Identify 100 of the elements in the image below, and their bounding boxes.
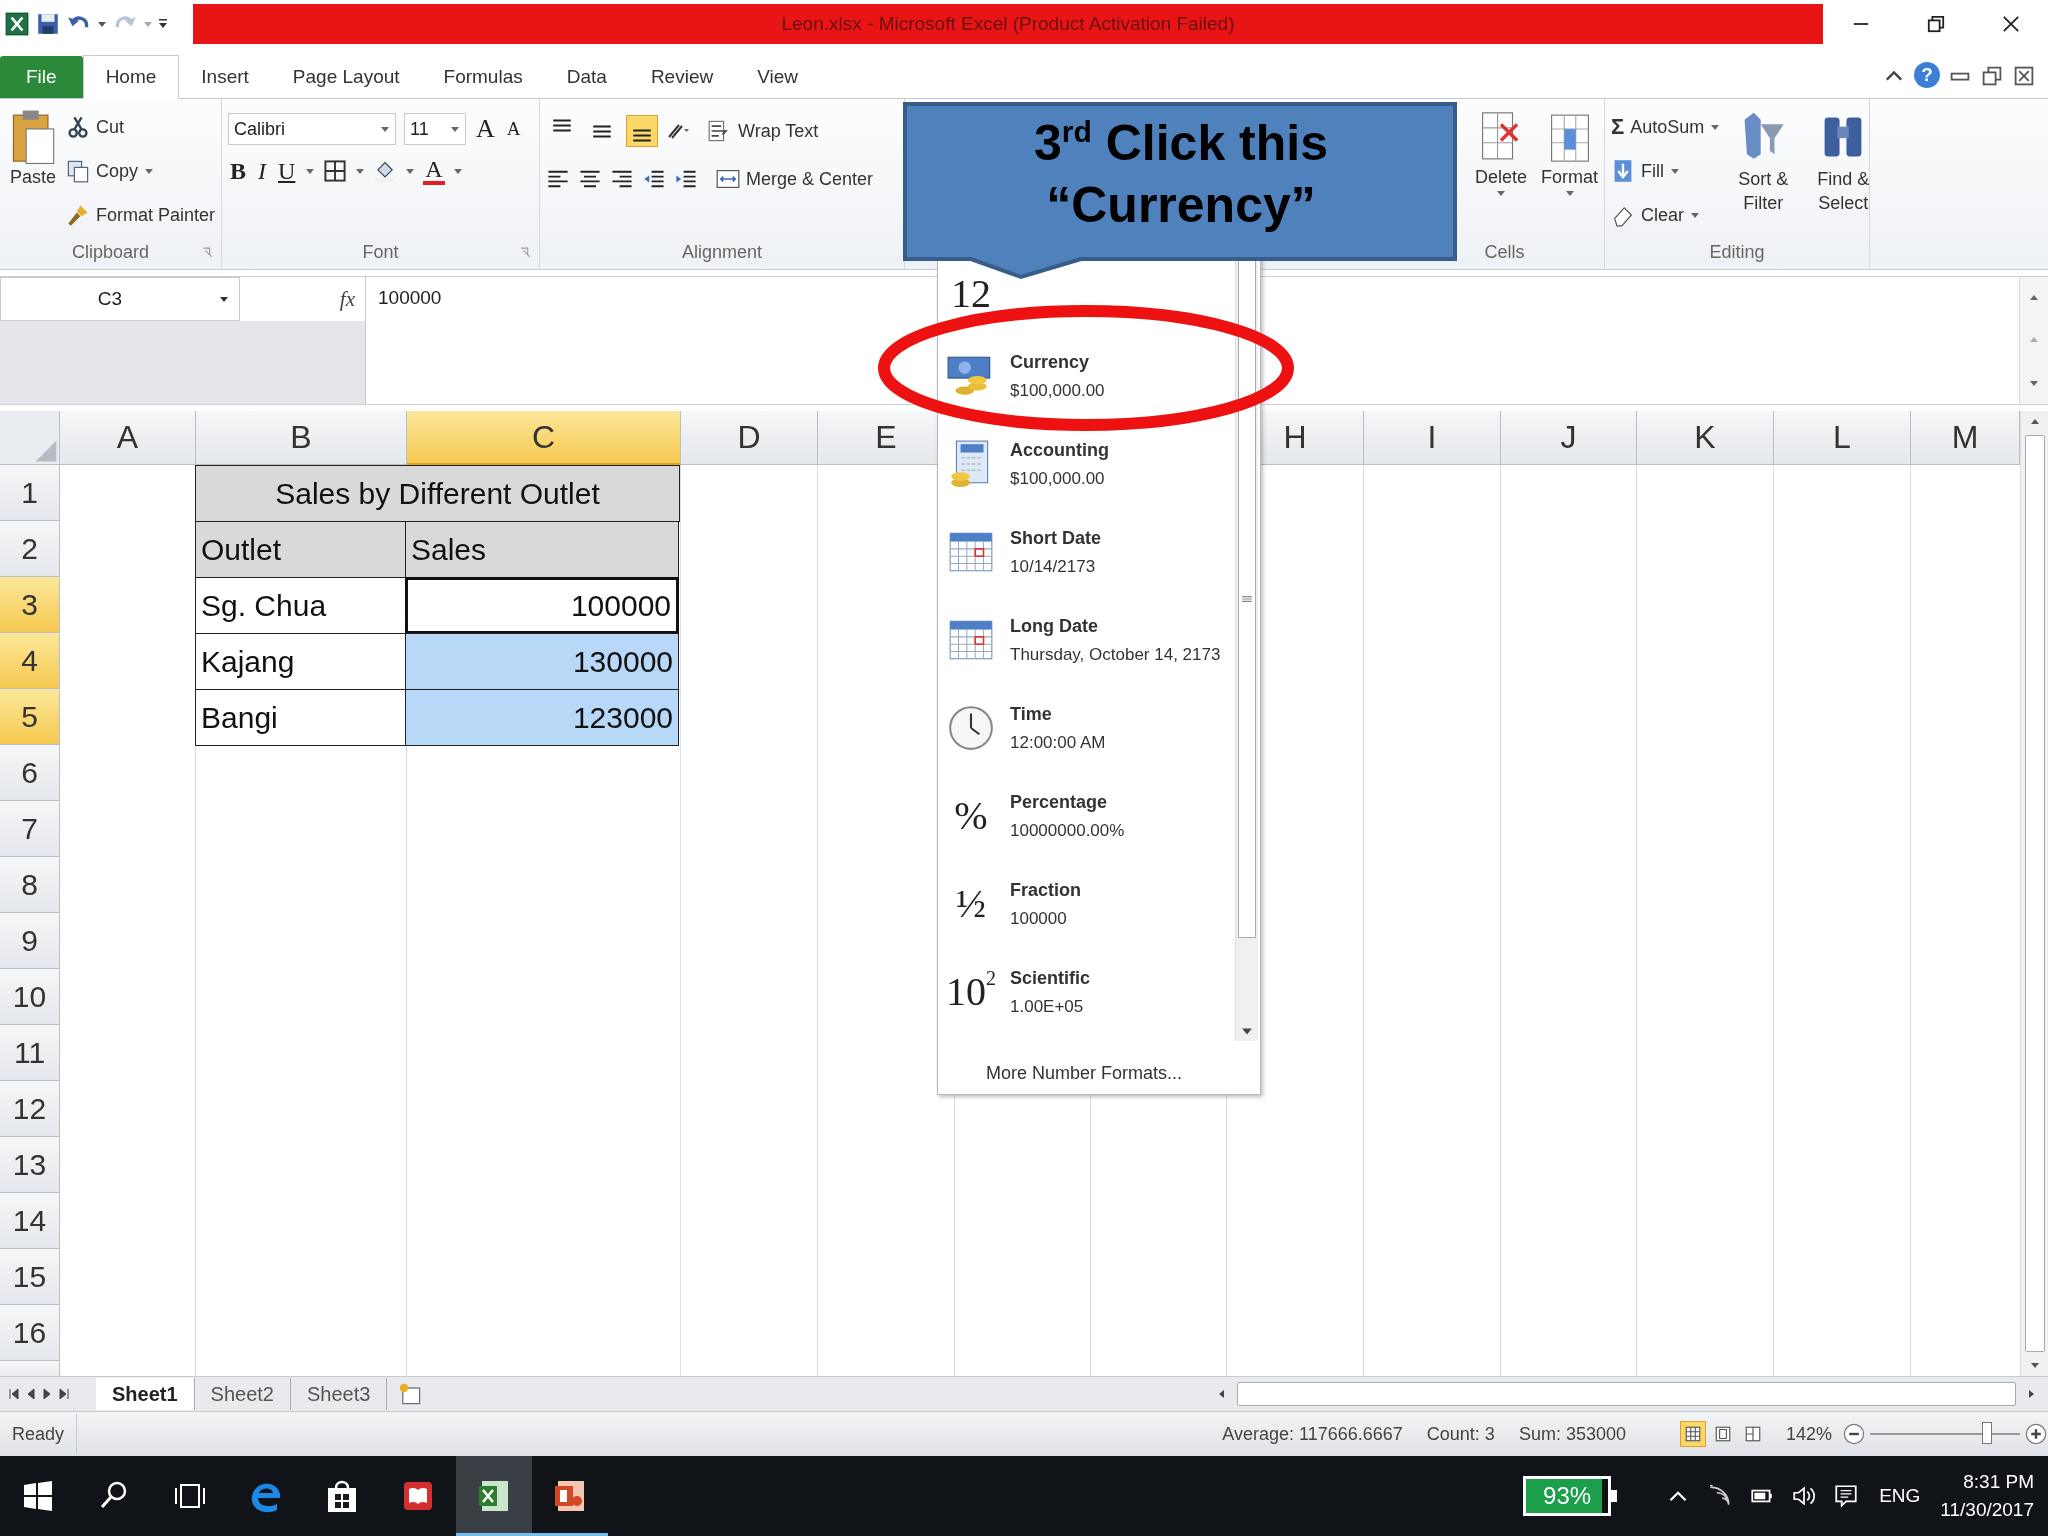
- column-header[interactable]: B: [196, 411, 407, 465]
- format-painter-button[interactable]: Format Painter: [66, 197, 216, 233]
- italic-button[interactable]: I: [256, 157, 268, 185]
- zoom-level[interactable]: 142%: [1785, 1423, 1832, 1445]
- row-header[interactable]: 10: [0, 969, 60, 1025]
- taskbar-button[interactable]: [456, 1456, 532, 1536]
- row-header[interactable]: 15: [0, 1249, 60, 1305]
- column-header[interactable]: D: [681, 411, 818, 465]
- menu-item-label[interactable]: Currency: [1010, 351, 1105, 373]
- zoom-slider[interactable]: [1982, 1422, 1992, 1444]
- align-middle-icon: [592, 124, 612, 138]
- row-header[interactable]: 4: [0, 633, 60, 689]
- column-header[interactable]: J: [1501, 411, 1637, 465]
- row-header[interactable]: 13: [0, 1137, 60, 1193]
- sheet-tab[interactable]: Sheet3: [291, 1378, 388, 1410]
- row-header[interactable]: 7: [0, 801, 60, 857]
- menu-item-label[interactable]: Accounting: [1010, 439, 1109, 461]
- row-header[interactable]: 6: [0, 745, 60, 801]
- ribbon-tab[interactable]: Data: [544, 56, 629, 98]
- view-button[interactable]: [1679, 1421, 1706, 1447]
- clock-time[interactable]: 8:31 PM: [1963, 1471, 2034, 1493]
- zoom-out-icon[interactable]: [1842, 1422, 1866, 1446]
- borders-icon[interactable]: [323, 159, 348, 183]
- wrap-text-button[interactable]: Wrap Text: [708, 113, 819, 149]
- bold-button[interactable]: B: [228, 157, 248, 185]
- align-top-icon: [552, 119, 572, 132]
- caret-icon[interactable]: [355, 166, 366, 176]
- table-cell: 123000: [405, 689, 679, 746]
- row-header[interactable]: 8: [0, 857, 60, 913]
- ribbon-tab[interactable]: Page Layout: [270, 56, 422, 98]
- caret-icon[interactable]: [405, 166, 416, 176]
- clear-button[interactable]: Clear: [1611, 197, 1721, 233]
- sort-filter-button[interactable]: Sort & Filter: [1726, 107, 1801, 235]
- more-number-formats-link[interactable]: More Number Formats...: [986, 1063, 1183, 1084]
- close-icon[interactable]: [2012, 64, 2036, 88]
- row-header[interactable]: 14: [0, 1193, 60, 1249]
- format-cells-button[interactable]: Format: [1537, 107, 1603, 235]
- grow-font-button[interactable]: A: [474, 114, 497, 144]
- underline-button[interactable]: U: [276, 157, 298, 185]
- find-select-button[interactable]: Find & Select: [1806, 107, 1881, 235]
- zoom-in-icon[interactable]: [2024, 1422, 2048, 1446]
- ribbon-tab[interactable]: Home: [82, 55, 180, 99]
- help-button[interactable]: ?: [1914, 62, 1940, 88]
- font-name-dropdown[interactable]: Calibri: [228, 113, 396, 145]
- clock-date[interactable]: 11/30/2017: [1940, 1499, 2034, 1521]
- name-box[interactable]: C3: [0, 277, 240, 321]
- column-header[interactable]: A: [60, 411, 196, 465]
- fill-button[interactable]: Fill: [1611, 153, 1721, 189]
- menu-item-label[interactable]: Fraction: [1010, 879, 1081, 901]
- paste-button[interactable]: Paste: [6, 107, 61, 235]
- save-icon[interactable]: [35, 11, 61, 37]
- notifications-icon[interactable]: [1833, 1483, 1860, 1509]
- ribbon-tab[interactable]: Review: [628, 56, 736, 98]
- menu-item-label[interactable]: Short Date: [1010, 527, 1101, 549]
- row-header[interactable]: 12: [0, 1081, 60, 1137]
- format-example: 10/14/2173: [1010, 556, 1097, 577]
- row-header[interactable]: 2: [0, 521, 60, 577]
- cut-button[interactable]: Cut: [66, 109, 216, 145]
- fill-bucket-icon[interactable]: [373, 159, 398, 183]
- ribbon-tab[interactable]: Formulas: [421, 56, 545, 98]
- caret-icon[interactable]: [452, 166, 463, 176]
- sheet-tab[interactable]: Sheet1: [96, 1378, 195, 1410]
- column-header[interactable]: I: [1364, 411, 1501, 465]
- ribbon-tab[interactable]: Insert: [179, 56, 271, 98]
- ribbon-tab[interactable]: View: [735, 56, 821, 98]
- menu-item-label[interactable]: Percentage: [1010, 791, 1125, 813]
- autosum-button[interactable]: Σ AutoSum: [1611, 109, 1721, 145]
- format-symbol: ½: [955, 880, 987, 928]
- shrink-font-button[interactable]: A: [504, 118, 523, 140]
- menu-item-label[interactable]: Long Date: [1010, 615, 1221, 637]
- row-header[interactable]: 1: [0, 465, 60, 521]
- row-header[interactable]: 5: [0, 689, 60, 745]
- column-header[interactable]: K: [1637, 411, 1774, 465]
- row-header[interactable]: 9: [0, 913, 60, 969]
- merge-center-button[interactable]: Merge & Center: [716, 161, 874, 197]
- row-header[interactable]: 3: [0, 577, 60, 633]
- menu-item-label[interactable]: Time: [1010, 703, 1106, 725]
- column-header[interactable]: C: [407, 411, 681, 465]
- caret-icon: [1710, 122, 1721, 132]
- delete-cells-button[interactable]: Delete: [1471, 107, 1532, 235]
- scroll-up-icon[interactable]: [2029, 417, 2040, 427]
- menu-item-label[interactable]: Scientific: [1010, 967, 1091, 989]
- column-header[interactable]: M: [1911, 411, 2020, 465]
- format-example: 10000000.00%: [1010, 820, 1125, 841]
- row-header[interactable]: 11: [0, 1025, 60, 1081]
- align-button[interactable]: [626, 115, 658, 147]
- font-color-button[interactable]: A: [423, 157, 445, 185]
- column-header[interactable]: L: [1774, 411, 1911, 465]
- restore-icon[interactable]: [1980, 64, 2004, 88]
- row-header[interactable]: 16: [0, 1305, 60, 1361]
- insert-function-button[interactable]: fx: [339, 286, 355, 312]
- format-symbol: 10$^{2}$: [946, 968, 996, 1016]
- sheet-tab[interactable]: Sheet2: [194, 1378, 291, 1410]
- language-indicator[interactable]: ENG: [1879, 1485, 1921, 1507]
- ribbon-tab[interactable]: File: [0, 56, 83, 98]
- scroll-right-icon[interactable]: [2026, 1389, 2036, 1399]
- scroll-down-icon[interactable]: [2029, 1360, 2040, 1370]
- font-size-dropdown[interactable]: 11: [404, 113, 466, 145]
- caret-icon[interactable]: [305, 166, 316, 176]
- copy-button[interactable]: Copy: [66, 153, 216, 189]
